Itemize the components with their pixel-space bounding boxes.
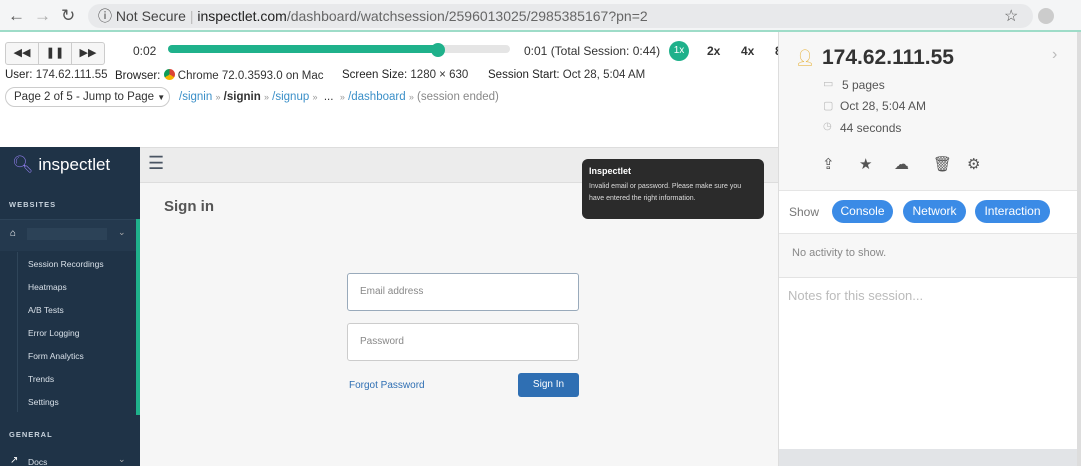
progress-slider[interactable]	[168, 45, 510, 53]
share-icon[interactable]: ⇪	[822, 155, 835, 173]
start-info: Session Start: Oct 28, 5:04 AM	[488, 69, 646, 81]
remaining-time: 0:01 (Total Session: 0:44)	[524, 44, 661, 58]
progress-fill	[168, 45, 439, 53]
back-icon[interactable]: ←	[8, 6, 25, 26]
session-date: Oct 28, 5:04 AM	[840, 99, 927, 113]
profile-avatar[interactable]	[1038, 8, 1054, 24]
speed-4x[interactable]: 4x	[741, 44, 754, 58]
page-breadcrumbs: /signin » /signin » /signup » ... » /das…	[179, 91, 499, 103]
filter-interaction[interactable]: Interaction	[975, 200, 1050, 223]
reload-icon[interactable]: ↻	[61, 6, 75, 26]
session-duration: 44 seconds	[840, 121, 902, 135]
sign-in-button[interactable]: Sign In	[518, 373, 579, 397]
elapsed-time: 0:02	[133, 44, 157, 58]
chevron-down-icon: ⌄	[118, 227, 126, 237]
trash-icon[interactable]: 🗑︎	[933, 155, 952, 173]
pause-button[interactable]: ❚❚	[38, 42, 72, 65]
external-link-icon: ↗	[10, 455, 19, 466]
user-info: User: 174.62.111.55	[5, 69, 108, 81]
website-selector[interactable]: ⌂ ⌄	[0, 219, 140, 251]
browser-info: Browser: Chrome 72.0.3593.0 on Mac	[115, 69, 324, 82]
password-field[interactable]: Password	[347, 323, 579, 361]
toast-message: Invalid email or password. Please make s…	[589, 183, 742, 202]
sidebar-item-error-logging[interactable]: Error Logging	[28, 328, 80, 338]
email-field[interactable]: Email address	[347, 273, 579, 311]
chevron-right-icon[interactable]: ›	[1052, 46, 1057, 64]
session-ip: 174.62.111.55	[822, 46, 954, 69]
gear-icon[interactable]: ⚙	[967, 155, 980, 173]
speed-1x[interactable]: 1x	[669, 41, 689, 61]
sidebar-item-ab-tests[interactable]: A/B Tests	[28, 305, 64, 315]
not-secure-label: Not Secure	[115, 8, 186, 24]
crumb-link[interactable]: /dashboard	[348, 91, 406, 103]
session-panel: 👤︎ 174.62.111.55 › ▭ 5 pages ▢ Oct 28, 5…	[778, 32, 1081, 466]
speed-2x[interactable]: 2x	[707, 44, 720, 58]
page-count: 5 pages	[842, 78, 885, 92]
signin-title: Sign in	[164, 198, 214, 215]
star-icon[interactable]: ★	[859, 155, 872, 173]
show-label: Show	[789, 205, 820, 219]
user-icon: 👤︎	[795, 50, 816, 67]
cloud-download-icon[interactable]: ☁	[894, 155, 909, 173]
filter-network[interactable]: Network	[903, 200, 966, 223]
websites-heading: WEBSITES	[9, 200, 57, 209]
sidebar-item-settings[interactable]: Settings	[28, 397, 59, 407]
rewind-button[interactable]: ◀◀	[5, 42, 39, 65]
notes-textarea[interactable]: Notes for this session...	[779, 277, 1077, 449]
error-toast: Inspectlet Invalid email or password. Pl…	[582, 159, 764, 219]
hamburger-menu-icon[interactable]: ☰	[148, 153, 164, 174]
toast-title: Inspectlet	[589, 166, 632, 176]
crumb-link[interactable]: /signup	[272, 91, 309, 103]
screen-info: Screen Size: 1280 × 630	[342, 69, 469, 81]
sidebar-item-form-analytics[interactable]: Form Analytics	[28, 351, 84, 361]
app-sidebar: 🔍︎ inspectlet WEBSITES ⌂ ⌄ Session Recor…	[0, 147, 140, 467]
monitor-icon: ▭	[823, 78, 834, 90]
browser-toolbar: ← → ↻ ⓘ Not Secure | inspectlet.com/dash…	[0, 0, 1081, 32]
crumb-ellipsis[interactable]: ...	[324, 91, 334, 103]
inspectlet-logo: 🔍︎ inspectlet	[12, 155, 111, 174]
url-host: inspectlet.com	[197, 8, 287, 24]
bookmark-star-icon[interactable]: ☆	[1004, 6, 1018, 26]
session-ended: (session ended)	[417, 91, 499, 103]
jump-to-page-dropdown[interactable]: Page 2 of 5 - Jump to Page ▼	[5, 87, 170, 107]
filter-console[interactable]: Console	[832, 200, 893, 223]
crumb-link[interactable]: /signin	[179, 91, 212, 103]
sidebar-item-session-recordings[interactable]: Session Recordings	[28, 259, 104, 269]
sidebar-item-heatmaps[interactable]: Heatmaps	[28, 282, 67, 292]
crumb-current: /signin	[223, 91, 261, 103]
sidebar-item-trends[interactable]: Trends	[28, 374, 54, 384]
forgot-password-link[interactable]: Forgot Password	[349, 380, 425, 391]
home-icon: ⌂	[10, 228, 17, 239]
scrollbar[interactable]	[1077, 32, 1081, 466]
caret-down-icon: ▼	[157, 93, 166, 102]
session-tags-bar[interactable]	[779, 449, 1077, 466]
clock-icon: ◷	[823, 121, 832, 132]
fast-forward-button[interactable]: ▶▶	[71, 42, 105, 65]
general-heading: GENERAL	[9, 430, 53, 439]
chrome-icon	[163, 69, 175, 80]
chevron-down-icon: ⌄	[118, 454, 126, 464]
calendar-icon: ▢	[823, 100, 834, 112]
activity-empty: No activity to show.	[792, 247, 887, 259]
forward-icon[interactable]: →	[34, 6, 51, 26]
info-icon: ⓘ	[98, 8, 112, 24]
address-bar[interactable]: ⓘ Not Secure | inspectlet.com/dashboard/…	[88, 4, 1033, 28]
url-path: /dashboard/watchsession/2596013025/29853…	[286, 8, 648, 24]
